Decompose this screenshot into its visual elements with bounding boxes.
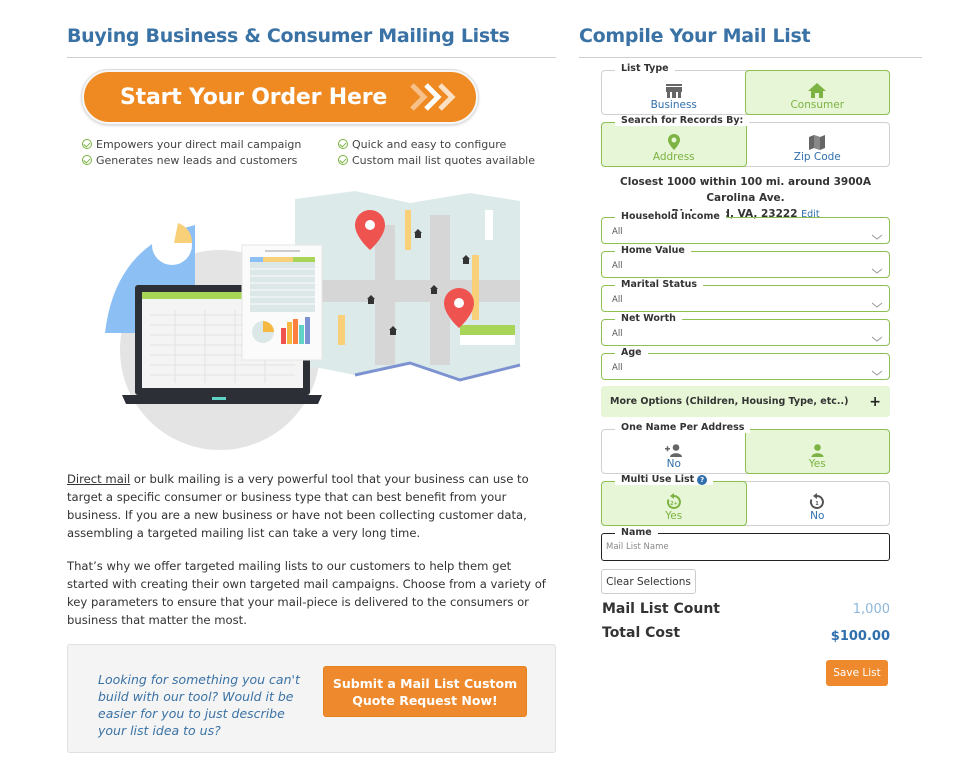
marital-status-select[interactable]: Marital Status All — [601, 279, 890, 313]
hero-illustration — [100, 185, 530, 450]
search-by-zip[interactable]: Zip Code — [746, 123, 890, 166]
list-type-consumer[interactable]: Consumer — [744, 70, 890, 115]
intro-paragraph: Direct mail or bulk mailing is a very po… — [67, 472, 529, 540]
multi-use-list-toggle: Multi Use List? 2+ Yes 1 No — [601, 474, 890, 526]
search-by-legend: Search for Records By: — [615, 115, 750, 126]
save-list-button[interactable]: Save List — [826, 660, 888, 686]
age-select[interactable]: Age All — [601, 347, 890, 381]
list-name-input[interactable] — [606, 542, 876, 552]
search-by-address[interactable]: Address — [601, 122, 747, 167]
chevron-down-icon — [871, 294, 883, 313]
home-value-select[interactable]: Home Value All — [601, 245, 890, 279]
one-name-no[interactable]: No — [602, 430, 746, 473]
one-name-yes[interactable]: Yes — [744, 429, 890, 474]
chevron-down-icon — [871, 328, 883, 347]
svg-text:1: 1 — [816, 501, 820, 507]
map-marker-icon — [667, 134, 680, 150]
feature-list-1: Empowers your direct mail campaign Gener… — [82, 136, 301, 168]
total-cost-value: $100.00 — [830, 629, 890, 644]
household-income-select[interactable]: Household Income All — [601, 211, 890, 245]
title-divider — [67, 57, 556, 58]
custom-quote-button[interactable]: Submit a Mail List Custom Quote Request … — [323, 666, 527, 717]
search-by-toggle: Search for Records By: Address Zip Code — [601, 115, 890, 167]
net-worth-select[interactable]: Net Worth All — [601, 313, 890, 347]
rotate-1-icon: 1 — [809, 493, 825, 509]
chevron-down-icon — [871, 226, 883, 245]
check-circle-icon — [338, 155, 348, 165]
multi-use-legend: Multi Use List? — [615, 474, 714, 485]
more-options-toggle[interactable]: More Options (Children, Housing Type, et… — [601, 386, 890, 417]
direct-mail-link[interactable]: Direct mail — [67, 472, 130, 486]
compile-title: Compile Your Mail List — [579, 25, 811, 47]
total-cost-label: Total Cost — [602, 625, 681, 641]
offer-paragraph: That’s why we offer targeted mailing lis… — [67, 559, 546, 627]
user-icon — [811, 441, 824, 457]
list-name-legend: Name — [615, 527, 658, 538]
feature-item: Generates new leads and customers — [82, 152, 301, 168]
list-type-toggle: List Type Business Consumer — [601, 63, 890, 115]
triple-chevron-icon — [409, 82, 459, 112]
list-type-legend: List Type — [615, 63, 675, 74]
check-circle-icon — [82, 139, 92, 149]
feature-item: Quick and easy to configure — [338, 136, 535, 152]
chevron-down-icon — [871, 362, 883, 381]
clear-selections-button[interactable]: Clear Selections — [601, 569, 696, 594]
check-circle-icon — [338, 139, 348, 149]
home-icon — [808, 82, 827, 98]
mail-list-count-value: 1,000 — [852, 602, 890, 617]
check-circle-icon — [82, 155, 92, 165]
list-name-field: Name — [601, 527, 890, 561]
feature-list-2: Quick and easy to configure Custom mail … — [338, 136, 535, 168]
start-order-button[interactable]: Start Your Order Here — [82, 70, 478, 124]
start-order-label: Start Your Order Here — [120, 84, 388, 110]
title-divider — [579, 57, 922, 58]
user-plus-icon — [664, 441, 683, 457]
list-type-business[interactable]: Business — [602, 71, 746, 114]
plus-icon: + — [869, 393, 881, 410]
feature-item: Empowers your direct mail campaign — [82, 136, 301, 152]
custom-quote-prompt: Looking for something you can't build wi… — [98, 672, 300, 738]
page-title: Buying Business & Consumer Mailing Lists — [67, 25, 510, 47]
map-icon — [809, 134, 826, 150]
custom-quote-panel: Looking for something you can't build wi… — [67, 644, 556, 753]
svg-text:2+: 2+ — [670, 501, 678, 507]
mail-list-count-label: Mail List Count — [602, 601, 720, 617]
feature-item: Custom mail list quotes available — [338, 152, 535, 168]
store-icon — [665, 82, 683, 98]
chevron-down-icon — [871, 260, 883, 279]
help-icon[interactable]: ? — [697, 474, 708, 485]
one-name-legend: One Name Per Address — [615, 422, 751, 433]
one-name-per-address-toggle: One Name Per Address No Yes — [601, 422, 890, 474]
rotate-2plus-icon: 2+ — [666, 493, 682, 509]
multi-use-yes[interactable]: 2+ Yes — [601, 481, 747, 526]
multi-use-no[interactable]: 1 No — [746, 482, 890, 525]
